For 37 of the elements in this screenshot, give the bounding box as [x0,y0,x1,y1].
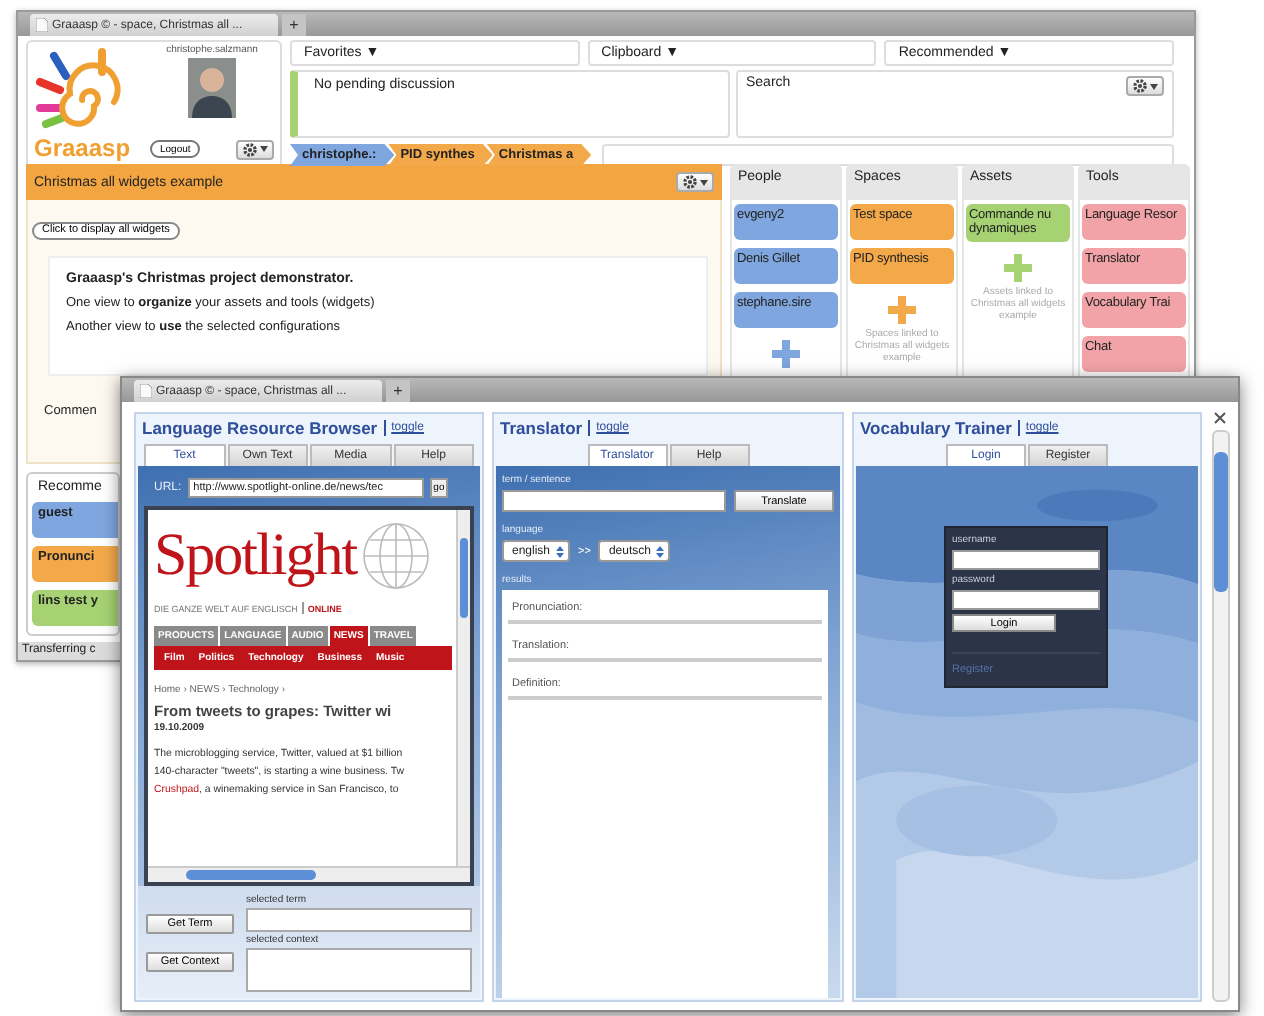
caret-icon [700,179,708,185]
gear-icon [1132,78,1148,94]
new-tab-button[interactable]: + [282,14,306,36]
avatar [188,58,236,118]
context-field[interactable] [246,948,472,992]
caret-icon [260,146,268,152]
new-tab-button[interactable]: + [386,380,410,402]
page-icon [36,18,48,32]
term-field[interactable] [502,490,726,512]
term-field[interactable] [246,908,472,932]
scrollbar[interactable] [1211,430,1229,1002]
scrollbar-thumb[interactable] [1213,452,1227,592]
password-field[interactable] [952,590,1100,610]
widget-title: Vocabulary Trainer [860,418,1012,438]
page-icon [140,384,152,398]
settings-button[interactable] [236,139,274,159]
scrollbar[interactable] [148,866,470,882]
gear-icon [682,174,698,190]
gear-icon [242,141,258,157]
scrollbar[interactable] [456,510,470,866]
add-icon[interactable] [1004,253,1032,282]
updown-icon [556,545,565,557]
close-icon[interactable] [1214,412,1226,424]
widget-title: Translator [500,418,583,438]
globe-drawing [360,520,433,592]
scrollbar-thumb[interactable] [186,870,316,880]
settings-button[interactable] [676,172,714,192]
scrollbar-thumb[interactable] [460,538,468,618]
brand-name: Graaasp [34,136,133,162]
settings-button[interactable] [1126,76,1164,96]
username-field[interactable] [952,550,1100,570]
caret-icon [1150,83,1158,89]
updown-icon [656,545,665,557]
add-icon[interactable] [772,340,800,368]
widget-title: Language Resource Browser [142,418,378,438]
site-logo: Spotlight [154,524,357,588]
add-icon[interactable] [888,296,916,324]
